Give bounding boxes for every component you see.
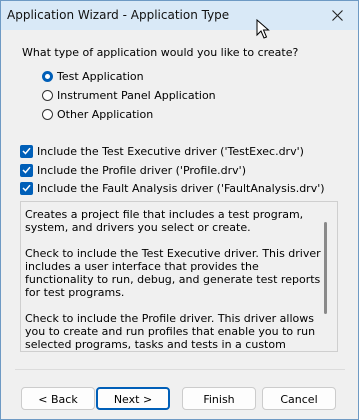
checkmark-icon (22, 147, 31, 155)
radio-instrument-panel-application[interactable]: Instrument Panel Application (42, 87, 216, 103)
description-paragraph: Check to include the Test Executive driv… (25, 247, 321, 299)
checkbox-checked[interactable] (20, 144, 33, 158)
description-paragraph: Check to include the Profile driver. Thi… (25, 312, 316, 351)
checkbox-test-executive-driver[interactable]: Include the Test Executive driver ('Test… (20, 143, 304, 159)
radio-test-application[interactable]: Test Application (42, 68, 144, 84)
radio-label: Instrument Panel Application (57, 88, 216, 102)
description-text: Creates a project file that includes a t… (25, 208, 321, 351)
window-title: Application Wizard - Application Type (7, 8, 230, 22)
radio-button[interactable] (42, 89, 53, 101)
checkbox-label: Include the Test Executive driver ('Test… (37, 144, 304, 158)
wizard-window: Application Wizard - Application Type Wh… (0, 0, 359, 420)
description-paragraph: Creates a project file that includes a t… (25, 208, 304, 234)
checkbox-label: Include the Fault Analysis driver ('Faul… (37, 181, 325, 195)
next-button[interactable]: Next > (96, 387, 170, 410)
checkbox-checked[interactable] (20, 163, 33, 177)
app-type-question: What type of application would you like … (22, 46, 299, 59)
close-icon (331, 10, 343, 21)
close-button[interactable] (316, 1, 358, 30)
checkbox-checked[interactable] (20, 181, 33, 195)
back-button[interactable]: < Back (21, 387, 95, 410)
radio-label: Test Application (57, 69, 144, 83)
radio-other-application[interactable]: Other Application (42, 106, 153, 122)
scrollbar-thumb[interactable] (324, 222, 327, 314)
separator (15, 369, 345, 370)
mouse-cursor-icon (256, 19, 270, 39)
radio-button[interactable] (42, 108, 53, 120)
description-box[interactable]: Creates a project file that includes a t… (20, 201, 338, 352)
title-bar[interactable]: Application Wizard - Application Type (1, 1, 358, 30)
cancel-button[interactable]: Cancel (262, 387, 336, 410)
checkbox-fault-analysis-driver[interactable]: Include the Fault Analysis driver ('Faul… (20, 180, 325, 196)
checkbox-label: Include the Profile driver ('Profile.drv… (37, 163, 246, 177)
finish-button[interactable]: Finish (182, 387, 256, 410)
checkbox-profile-driver[interactable]: Include the Profile driver ('Profile.drv… (20, 162, 246, 178)
checkmark-icon (22, 166, 31, 174)
radio-label: Other Application (57, 107, 154, 121)
checkmark-icon (22, 184, 31, 192)
radio-button-selected[interactable] (42, 70, 53, 82)
